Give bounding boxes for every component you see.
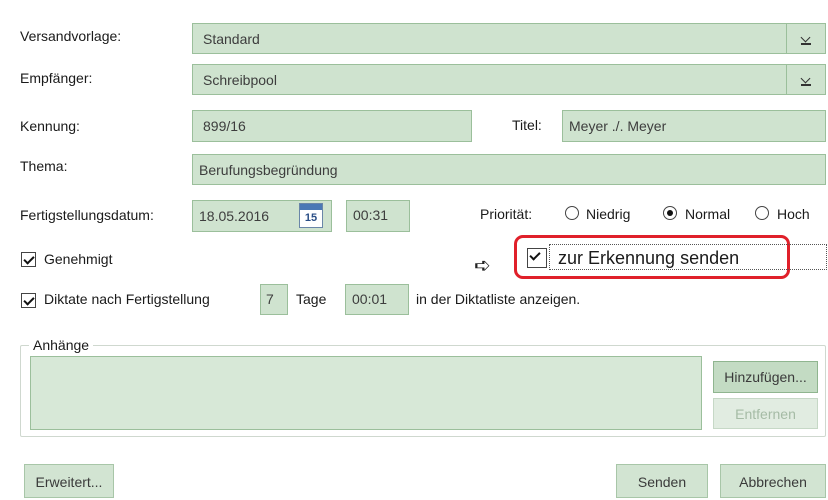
kennung-input[interactable]: 899/16: [192, 110, 472, 142]
thema-input[interactable]: Berufungsbegründung: [192, 154, 826, 185]
abbrechen-button[interactable]: Abbrechen: [720, 464, 826, 498]
radio-normal[interactable]: [663, 206, 677, 220]
radio-niedrig-label[interactable]: Niedrig: [586, 205, 630, 223]
hinzufuegen-button[interactable]: Hinzufügen...: [713, 361, 818, 393]
diktate-days-input[interactable]: 7: [260, 284, 288, 315]
versandvorlage-dropdown[interactable]: Standard: [192, 23, 826, 54]
titel-value: Meyer ./. Meyer: [569, 118, 667, 134]
thema-value: Berufungsbegründung: [199, 162, 338, 178]
time-input[interactable]: 00:31: [346, 200, 410, 232]
anhaenge-list[interactable]: [30, 356, 702, 430]
diktate-checkbox[interactable]: [21, 293, 36, 308]
date-value: 18.05.2016: [199, 208, 270, 224]
empfaenger-value: Schreibpool: [203, 72, 277, 88]
radio-hoch[interactable]: [755, 206, 769, 220]
thema-label: Thema:: [20, 158, 68, 174]
versandvorlage-dropdown-button[interactable]: [786, 24, 825, 53]
erkennung-checkbox[interactable]: [527, 248, 547, 268]
senden-button[interactable]: Senden: [616, 464, 708, 498]
entfernen-button[interactable]: Entfernen: [713, 398, 818, 429]
empfaenger-label: Empfänger:: [20, 70, 93, 86]
genehmigt-label[interactable]: Genehmigt: [44, 250, 112, 268]
anhaenge-legend: Anhänge: [33, 337, 90, 353]
chevron-down-icon: [801, 75, 811, 86]
empfaenger-dropdown[interactable]: Schreibpool: [192, 64, 826, 95]
kennung-value: 899/16: [203, 118, 246, 134]
diktate-days-label: Tage: [296, 291, 327, 307]
diktate-suffix-label: in der Diktatliste anzeigen.: [416, 291, 581, 307]
diktate-time-value: 00:01: [352, 291, 388, 307]
titel-input[interactable]: Meyer ./. Meyer: [562, 110, 826, 142]
calendar-icon[interactable]: 15: [299, 203, 323, 228]
genehmigt-checkbox[interactable]: [21, 252, 36, 267]
kennung-label: Kennung:: [20, 118, 80, 134]
radio-hoch-label[interactable]: Hoch: [777, 205, 810, 223]
diktate-label[interactable]: Diktate nach Fertigstellung: [44, 290, 210, 308]
pointer-arrow-icon: ➪: [474, 255, 491, 277]
diktate-time-input[interactable]: 00:01: [345, 284, 409, 315]
diktate-days-value: 7: [266, 291, 274, 307]
chevron-down-icon: [801, 34, 811, 45]
erweitert-button[interactable]: Erweitert...: [24, 464, 114, 498]
radio-niedrig[interactable]: [565, 206, 579, 220]
calendar-day: 15: [304, 212, 318, 224]
titel-label: Titel:: [512, 117, 542, 133]
radio-normal-label[interactable]: Normal: [685, 205, 730, 223]
prioritaet-label: Priorität:: [480, 206, 533, 222]
versandvorlage-label: Versandvorlage:: [20, 28, 122, 44]
empfaenger-dropdown-button[interactable]: [786, 65, 825, 94]
versandvorlage-value: Standard: [203, 31, 260, 47]
time-value: 00:31: [353, 207, 389, 223]
erkennung-label[interactable]: zur Erkennung senden: [558, 247, 739, 269]
fertigstellungsdatum-label: Fertigstellungsdatum:: [20, 207, 154, 223]
